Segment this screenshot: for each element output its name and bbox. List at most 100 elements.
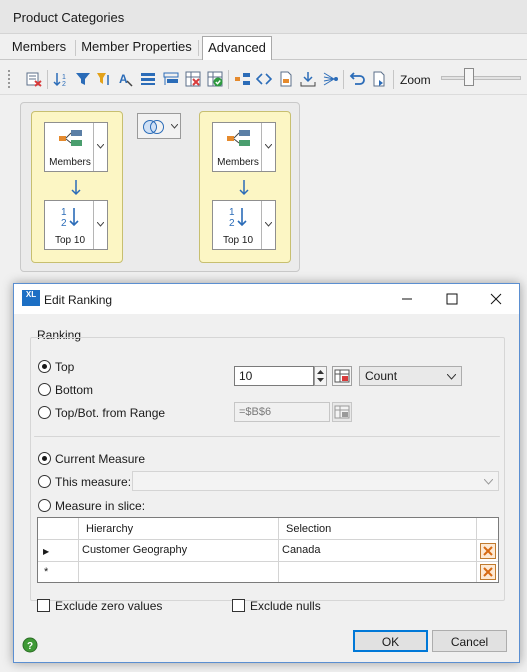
toolbar-separator: [228, 70, 229, 89]
members-node-label: Members: [49, 157, 91, 168]
sort-icon: 12: [227, 205, 251, 229]
rows-icon[interactable]: [140, 71, 156, 87]
section-divider: [34, 436, 500, 437]
exclude-zero-checkbox-box[interactable]: [37, 599, 50, 612]
exclude-nulls-checkbox-box[interactable]: [232, 599, 245, 612]
slice-grid: Hierarchy Selection ▶ Customer Geography…: [37, 517, 499, 583]
minimize-button[interactable]: [384, 284, 429, 314]
clear-icon[interactable]: [26, 71, 42, 87]
chevron-down-icon: [484, 479, 493, 485]
top-10-node-dropdown[interactable]: [261, 201, 275, 249]
cell-hierarchy[interactable]: Customer Geography: [78, 541, 276, 559]
grid-line: [38, 561, 498, 562]
arrow-down-icon: [238, 180, 250, 196]
members-icon: [59, 129, 83, 147]
toolbar-grip: [8, 70, 10, 89]
aggregation-select[interactable]: Count: [359, 366, 462, 386]
dialog-title: Edit Ranking: [44, 293, 113, 307]
radio-measure-in-slice-button[interactable]: [38, 499, 51, 512]
help-icon[interactable]: ?: [22, 637, 38, 653]
svg-text:2: 2: [229, 218, 235, 229]
ok-button[interactable]: OK: [353, 630, 428, 652]
radio-bottom-button[interactable]: [38, 383, 51, 396]
window-titlebar: Product Categories: [0, 0, 527, 34]
remove-columns-icon[interactable]: [185, 71, 201, 87]
chevron-down-icon: [171, 124, 178, 129]
hierarchy-icon[interactable]: [163, 71, 179, 87]
filter-icon[interactable]: [75, 71, 91, 87]
radio-top-bot-range-button[interactable]: [38, 406, 51, 419]
zoom-slider[interactable]: [441, 76, 521, 80]
svg-text:2: 2: [61, 218, 67, 229]
tab-strip: Members Member Properties Advanced: [0, 34, 527, 60]
undo-icon[interactable]: [349, 71, 365, 87]
zoom-slider-thumb[interactable]: [464, 68, 474, 86]
delete-row-button[interactable]: [480, 543, 496, 559]
radio-current-measure-button[interactable]: [38, 452, 51, 465]
sort-icon[interactable]: 12: [53, 71, 69, 87]
close-icon: [483, 546, 493, 556]
members-node[interactable]: Members: [44, 122, 108, 172]
members-node-label: Members: [217, 157, 259, 168]
top-10-node-label: Top 10: [222, 235, 254, 246]
radio-this-measure-button[interactable]: [38, 475, 51, 488]
count-input[interactable]: 10: [234, 366, 314, 386]
radio-measure-in-slice-label: Measure in slice:: [55, 499, 146, 513]
radio-top-bot-range-label: Top/Bot. from Range: [55, 406, 166, 420]
flow-box[interactable]: Members 12 Top 10: [31, 111, 123, 263]
cancel-button[interactable]: Cancel: [432, 630, 507, 652]
radio-this-measure-label: This measure:: [55, 475, 132, 489]
code-icon[interactable]: [256, 71, 272, 87]
window-title: Product Categories: [13, 10, 125, 25]
toolbar-separator: [343, 70, 344, 89]
format-icon[interactable]: A: [118, 71, 134, 87]
maximize-button[interactable]: [429, 284, 474, 314]
members-icon[interactable]: [235, 71, 251, 87]
svg-text:1: 1: [229, 207, 235, 218]
svg-text:1: 1: [61, 207, 67, 218]
cell-selection[interactable]: [278, 563, 474, 569]
tab-divider: [198, 40, 199, 56]
members-node-dropdown[interactable]: [261, 123, 275, 171]
document-icon[interactable]: [371, 71, 387, 87]
column-header-selection[interactable]: Selection: [282, 520, 472, 538]
top-10-node[interactable]: 12 Top 10: [212, 200, 276, 250]
tab-member-properties[interactable]: Member Properties: [78, 36, 195, 60]
toolbar-separator: [393, 70, 394, 89]
cell-picker-icon: [333, 367, 351, 385]
tab-divider: [75, 40, 76, 56]
tree-icon[interactable]: [322, 71, 338, 87]
count-stepper[interactable]: [314, 366, 327, 386]
toolbar-separator: [47, 70, 48, 89]
zoom-label: Zoom: [400, 73, 431, 87]
flow-box[interactable]: Members 12 Top 10: [199, 111, 291, 263]
members-node[interactable]: Members: [212, 122, 276, 172]
members-icon: [227, 129, 251, 147]
cell-picker-button[interactable]: [332, 366, 352, 386]
delete-row-button[interactable]: [480, 564, 496, 580]
import-icon[interactable]: [300, 71, 316, 87]
combine-button[interactable]: [137, 113, 181, 139]
venn-icon: [142, 118, 166, 136]
close-icon: [483, 567, 493, 577]
top-10-node-dropdown[interactable]: [93, 201, 107, 249]
validate-icon[interactable]: [207, 71, 223, 87]
members-node-dropdown[interactable]: [93, 123, 107, 171]
export-icon[interactable]: [278, 71, 294, 87]
radio-top-button[interactable]: [38, 360, 51, 373]
column-header-hierarchy[interactable]: Hierarchy: [82, 520, 272, 538]
filter-clear-icon[interactable]: [96, 71, 112, 87]
range-input[interactable]: =$B$6: [234, 402, 330, 422]
close-button[interactable]: [474, 284, 519, 314]
tab-members[interactable]: Members: [6, 36, 72, 60]
cell-hierarchy[interactable]: [78, 563, 276, 569]
tab-advanced[interactable]: Advanced: [202, 36, 272, 60]
range-picker-button[interactable]: [332, 402, 352, 422]
measure-select[interactable]: [132, 471, 499, 491]
radio-bottom-label: Bottom: [55, 383, 94, 397]
cell-selection[interactable]: Canada: [278, 541, 474, 559]
row-current-marker: ▶: [43, 547, 50, 556]
app-logo-icon: XL: [22, 290, 40, 306]
top-10-node[interactable]: 12 Top 10: [44, 200, 108, 250]
svg-text:A: A: [119, 72, 128, 86]
